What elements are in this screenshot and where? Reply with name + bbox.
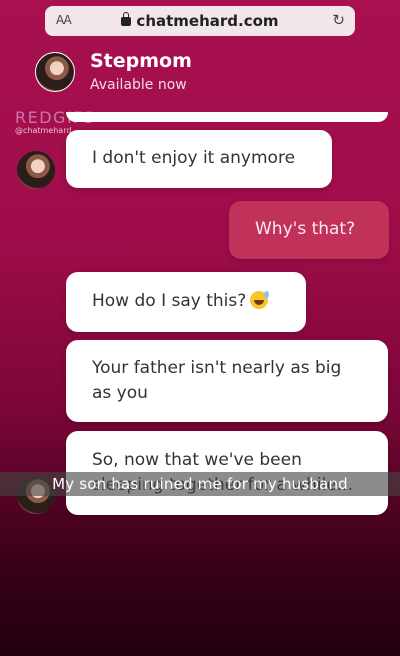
url-display[interactable]: chatmehard.com bbox=[45, 12, 355, 30]
incoming-message: Your father isn't nearly as big as you bbox=[66, 340, 388, 422]
lock-icon bbox=[121, 12, 132, 26]
previous-message-bubble bbox=[66, 112, 388, 122]
message-text: Your father isn't nearly as big as you bbox=[92, 358, 342, 403]
url-text: chatmehard.com bbox=[136, 12, 279, 30]
incoming-message: How do I say this? bbox=[66, 272, 306, 332]
subtitle-caption: My son has ruined me for my husband bbox=[52, 475, 348, 493]
message-text: I don't enjoy it anymore bbox=[92, 148, 296, 168]
watermark-handle: @chatmehard bbox=[15, 126, 72, 135]
incoming-message: I don't enjoy it anymore bbox=[66, 130, 332, 188]
contact-name: Stepmom bbox=[90, 50, 192, 72]
contact-avatar[interactable] bbox=[35, 52, 75, 92]
reload-icon[interactable]: ↻ bbox=[332, 11, 345, 29]
contact-status: Available now bbox=[90, 77, 187, 93]
outgoing-message: Why's that? bbox=[229, 201, 389, 259]
sweat-smile-emoji-icon bbox=[250, 291, 270, 309]
address-bar[interactable]: AA chatmehard.com ↻ bbox=[45, 6, 355, 36]
message-text: How do I say this? bbox=[92, 291, 247, 311]
message-text: Why's that? bbox=[255, 219, 356, 239]
message-avatar bbox=[17, 151, 55, 189]
